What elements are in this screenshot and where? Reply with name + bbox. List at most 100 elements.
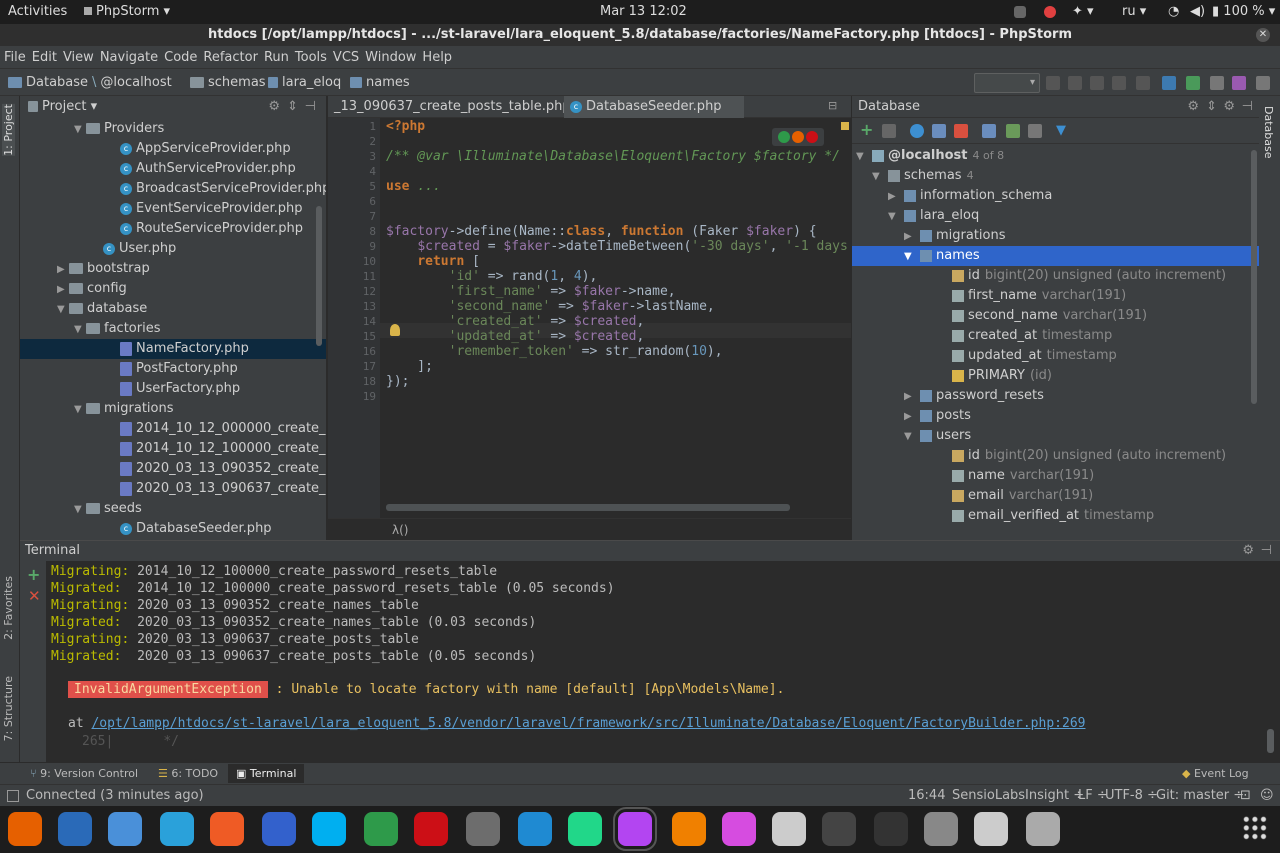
breadcrumb-lambda[interactable]: λ() (392, 523, 408, 537)
database-tree-item[interactable]: first_name varchar(191) (852, 286, 1259, 306)
properties-icon[interactable] (932, 124, 946, 138)
collapse-icon[interactable]: ⇕ (1206, 96, 1217, 118)
refresh-icon[interactable] (910, 124, 924, 138)
git-branch[interactable]: Git: master ÷ (1156, 788, 1244, 803)
stop-icon[interactable] (1136, 76, 1150, 90)
project-tree-item[interactable]: ▼ factories (20, 319, 326, 339)
expand-arrow-icon[interactable]: ▼ (856, 147, 868, 167)
accessibility-icon[interactable]: ✦ ▾ (1072, 4, 1094, 19)
copy-icon[interactable] (882, 124, 896, 138)
menu-file[interactable]: File (4, 50, 26, 65)
project-tree-item[interactable]: 2020_03_13_090637_create_pos (20, 479, 326, 499)
status-message[interactable]: Connected (3 minutes ago) (26, 788, 204, 803)
breadcrumb-table[interactable]: names (350, 75, 410, 90)
pycharm-icon[interactable] (568, 812, 602, 846)
keyboard-layout[interactable]: ru ▾ (1122, 4, 1146, 19)
database-tree-item[interactable]: id bigint(20) unsigned (auto increment) (852, 446, 1259, 466)
collapse-arrow-icon[interactable]: ▶ (888, 187, 900, 207)
firefox-icon[interactable] (792, 131, 804, 143)
collapse-arrow-icon[interactable]: ▶ (904, 227, 916, 247)
vcs-commit-icon[interactable] (1186, 76, 1200, 90)
line-separator[interactable]: LF ÷ (1078, 788, 1108, 803)
menu-tools[interactable]: Tools (295, 50, 327, 65)
tab-database-seeder[interactable]: c DatabaseSeeder.php (564, 96, 744, 118)
database-tree-item[interactable]: second_name varchar(191) (852, 306, 1259, 326)
todo-tool[interactable]: ☰ 6: TODO (158, 767, 218, 780)
breadcrumb-schemas[interactable]: schemas (190, 75, 266, 90)
database-tree-item[interactable]: id bigint(20) unsigned (auto increment) (852, 266, 1259, 286)
menu-code[interactable]: Code (164, 50, 197, 65)
project-scrollbar[interactable] (316, 206, 322, 346)
project-tree-item[interactable]: ▼ seeds (20, 499, 326, 519)
monitor-icon[interactable] (822, 812, 856, 846)
database-tree-item[interactable]: ▶ migrations (852, 226, 1259, 246)
menu-run[interactable]: Run (264, 50, 289, 65)
project-tree-item[interactable]: ▶ config (20, 279, 326, 299)
wifi-icon[interactable]: ◔ (1168, 4, 1179, 19)
vlc-icon[interactable] (672, 812, 706, 846)
vscode-icon[interactable] (518, 812, 552, 846)
insight-widget[interactable]: SensioLabsInsight ÷ (952, 788, 1084, 803)
battery-indicator[interactable]: ▮ 100 % ▾ (1212, 4, 1275, 19)
expand-arrow-icon[interactable]: ▼ (888, 207, 900, 227)
database-tree-item[interactable]: email varchar(191) (852, 486, 1259, 506)
breadcrumb-host[interactable]: \ @localhost (92, 75, 172, 90)
database-tree-item[interactable]: ▼ users (852, 426, 1259, 446)
project-tree-item[interactable]: ▼ Providers (20, 119, 326, 139)
run-icon[interactable] (1046, 76, 1060, 90)
inspector-icon[interactable]: ☺ (1260, 788, 1274, 803)
expand-arrow-icon[interactable]: ▼ (74, 120, 86, 140)
database-tree-item[interactable]: updated_at timestamp (852, 346, 1259, 366)
database-tree-item[interactable]: ▶ posts (852, 406, 1259, 426)
volume-icon[interactable]: ◀) (1190, 4, 1205, 19)
project-tree-item[interactable]: ▶ bootstrap (20, 259, 326, 279)
database-tree-item[interactable]: PRIMARY (id) (852, 366, 1259, 386)
database-tree-item[interactable]: ▼ names (852, 246, 1259, 266)
vcs-update-icon[interactable] (1162, 76, 1176, 90)
lightbulb-icon[interactable] (390, 324, 400, 336)
project-tree-item[interactable]: NameFactory.php (20, 339, 326, 359)
settings-icon[interactable]: ⚙ (1223, 96, 1235, 118)
editor-hscrollbar[interactable] (386, 504, 790, 511)
editor-icon[interactable] (974, 812, 1008, 846)
phpstorm-icon[interactable] (613, 807, 657, 851)
app-menu[interactable]: PhpStorm ▾ (84, 4, 170, 19)
stack-file-link[interactable]: /opt/lampp/htdocs/st-laravel/lara_eloque… (91, 716, 1085, 731)
expand-arrow-icon[interactable]: ▼ (904, 247, 916, 267)
settings-icon[interactable] (466, 812, 500, 846)
database-tree-item[interactable]: ▶ information_schema (852, 186, 1259, 206)
database-tree-item[interactable]: ▼ schemas 4 (852, 166, 1259, 186)
database-tree-item[interactable]: created_at timestamp (852, 326, 1259, 346)
clock[interactable]: Mar 13 12:02 (600, 4, 687, 19)
opera-icon[interactable] (806, 131, 818, 143)
project-tree-item[interactable]: c RouteServiceProvider.php (20, 219, 326, 239)
project-tree-item[interactable]: UserFactory.php (20, 379, 326, 399)
terminal-scrollbar[interactable] (1267, 729, 1274, 753)
gear-icon[interactable]: ⚙ (1187, 96, 1199, 118)
telegram-icon[interactable] (160, 812, 194, 846)
expand-arrow-icon[interactable]: ▼ (904, 427, 916, 447)
menu-edit[interactable]: Edit (32, 50, 57, 65)
gear-icon[interactable]: ⚙ (268, 96, 280, 118)
add-icon[interactable]: + (860, 122, 873, 138)
firefox-icon[interactable] (8, 812, 42, 846)
database-tree-item[interactable]: ▼ @localhost 4 of 8 (852, 146, 1259, 166)
activities-button[interactable]: Activities (8, 4, 67, 19)
menu-vcs[interactable]: VCS (333, 50, 359, 65)
expand-arrow-icon[interactable]: ▼ (57, 300, 69, 320)
filter-icon[interactable]: ▼ (1056, 124, 1070, 138)
console-icon[interactable] (1028, 124, 1042, 138)
edit-source-icon[interactable] (1006, 124, 1020, 138)
run-config-dropdown[interactable]: ▾ (974, 73, 1040, 93)
database-tree-item[interactable]: ▶ password_resets (852, 386, 1259, 406)
event-log-tool[interactable]: ◆ Event Log (1182, 767, 1249, 780)
chrome-icon[interactable] (364, 812, 398, 846)
debug-icon[interactable] (1068, 76, 1082, 90)
project-tree-item[interactable]: 2014_10_12_100000_create_pas (20, 439, 326, 459)
tab-list-icon[interactable]: ⊟ (828, 99, 837, 112)
project-tree-item[interactable]: ▼ database (20, 299, 326, 319)
collapse-arrow-icon[interactable]: ▶ (57, 280, 69, 300)
breadcrumb-schema[interactable]: lara_eloq (268, 75, 341, 90)
project-tree-item[interactable]: c AuthServiceProvider.php (20, 159, 326, 179)
code-area[interactable]: <?php /** @var \Illuminate\Database\Eloqu… (328, 118, 851, 518)
